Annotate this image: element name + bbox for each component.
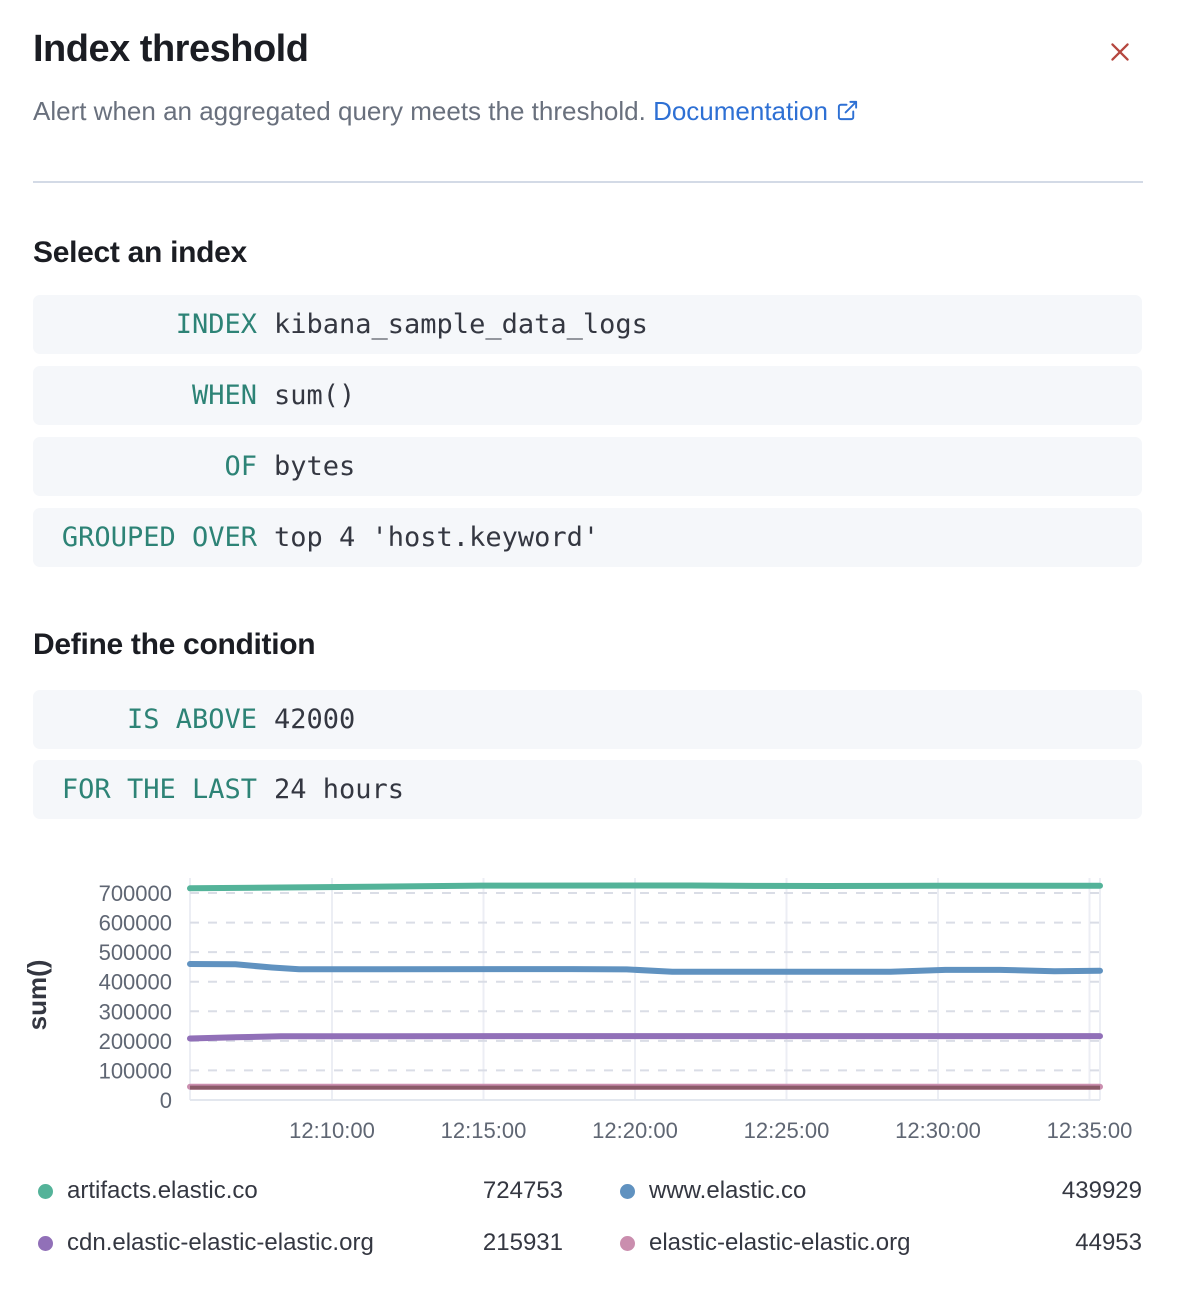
expression-keyword: INDEX: [33, 309, 257, 340]
description-text: Alert when an aggregated query meets the…: [33, 96, 646, 126]
page-title: Index threshold: [33, 28, 308, 71]
series-dot-icon: [38, 1184, 53, 1199]
expression-when[interactable]: WHEN sum(): [33, 366, 1142, 425]
legend-label: artifacts.elastic.co: [67, 1177, 258, 1205]
expression-keyword: FOR THE LAST: [33, 774, 257, 805]
svg-text:200000: 200000: [99, 1029, 172, 1054]
section-title-select-index: Select an index: [33, 236, 247, 270]
section-title-define-condition: Define the condition: [33, 628, 315, 662]
svg-text:12:35:00: 12:35:00: [1047, 1118, 1133, 1143]
expression-grouped-over[interactable]: GROUPED OVER top 4 'host.keyword': [33, 508, 1142, 567]
series-dot-icon: [38, 1236, 53, 1251]
legend-item[interactable]: artifacts.elastic.co 724753: [38, 1176, 563, 1206]
horizontal-divider: [33, 181, 1143, 183]
close-icon: [1107, 39, 1133, 65]
legend-label: cdn.elastic-elastic-elastic.org: [67, 1229, 374, 1257]
svg-text:12:20:00: 12:20:00: [592, 1118, 678, 1143]
expression-value: 42000: [274, 704, 355, 735]
svg-text:12:10:00: 12:10:00: [289, 1118, 375, 1143]
legend-label: www.elastic.co: [649, 1177, 806, 1205]
close-button[interactable]: [1094, 26, 1146, 78]
svg-text:500000: 500000: [99, 940, 172, 965]
documentation-link[interactable]: Documentation: [653, 96, 859, 126]
expression-of[interactable]: OF bytes: [33, 437, 1142, 496]
expression-keyword: GROUPED OVER: [33, 522, 257, 553]
expression-value: kibana_sample_data_logs: [274, 309, 648, 340]
expression-value: 24 hours: [274, 774, 404, 805]
expression-keyword: WHEN: [33, 380, 257, 411]
index-threshold-flyout: Index threshold Alert when an aggregated…: [0, 0, 1186, 1304]
flyout-description: Alert when an aggregated query meets the…: [33, 96, 859, 127]
svg-text:100000: 100000: [99, 1058, 172, 1083]
expression-value: bytes: [274, 451, 355, 482]
legend-value: 44953: [1075, 1229, 1142, 1257]
threshold-preview-chart: 12:10:00 12:15:00 12:20:00 12:25:00 12:30:00…: [0, 855, 1186, 1155]
expression-keyword: IS ABOVE: [33, 704, 257, 735]
legend-value: 724753: [483, 1177, 563, 1205]
series-dot-icon: [620, 1236, 635, 1251]
expression-index[interactable]: INDEX kibana_sample_data_logs: [33, 295, 1142, 354]
external-link-icon: [836, 99, 859, 122]
legend-value: 215931: [483, 1229, 563, 1257]
svg-text:sum(): sum(): [22, 960, 52, 1031]
legend-item[interactable]: www.elastic.co 439929: [620, 1176, 1142, 1206]
svg-text:0: 0: [160, 1088, 172, 1113]
expression-value: top 4 'host.keyword': [274, 522, 599, 553]
legend-item[interactable]: cdn.elastic-elastic-elastic.org 215931: [38, 1228, 563, 1258]
expression-keyword: OF: [33, 451, 257, 482]
svg-text:700000: 700000: [99, 881, 172, 906]
legend-label: elastic-elastic-elastic.org: [649, 1229, 910, 1257]
expression-for-the-last[interactable]: FOR THE LAST 24 hours: [33, 760, 1142, 819]
svg-text:12:15:00: 12:15:00: [441, 1118, 527, 1143]
svg-text:400000: 400000: [99, 970, 172, 995]
legend-item[interactable]: elastic-elastic-elastic.org 44953: [620, 1228, 1142, 1258]
svg-text:600000: 600000: [99, 911, 172, 936]
svg-text:12:30:00: 12:30:00: [895, 1118, 981, 1143]
svg-text:300000: 300000: [99, 999, 172, 1024]
series-dot-icon: [620, 1184, 635, 1199]
expression-is-above[interactable]: IS ABOVE 42000: [33, 690, 1142, 749]
svg-text:12:25:00: 12:25:00: [744, 1118, 830, 1143]
expression-value: sum(): [274, 380, 355, 411]
legend-value: 439929: [1062, 1177, 1142, 1205]
